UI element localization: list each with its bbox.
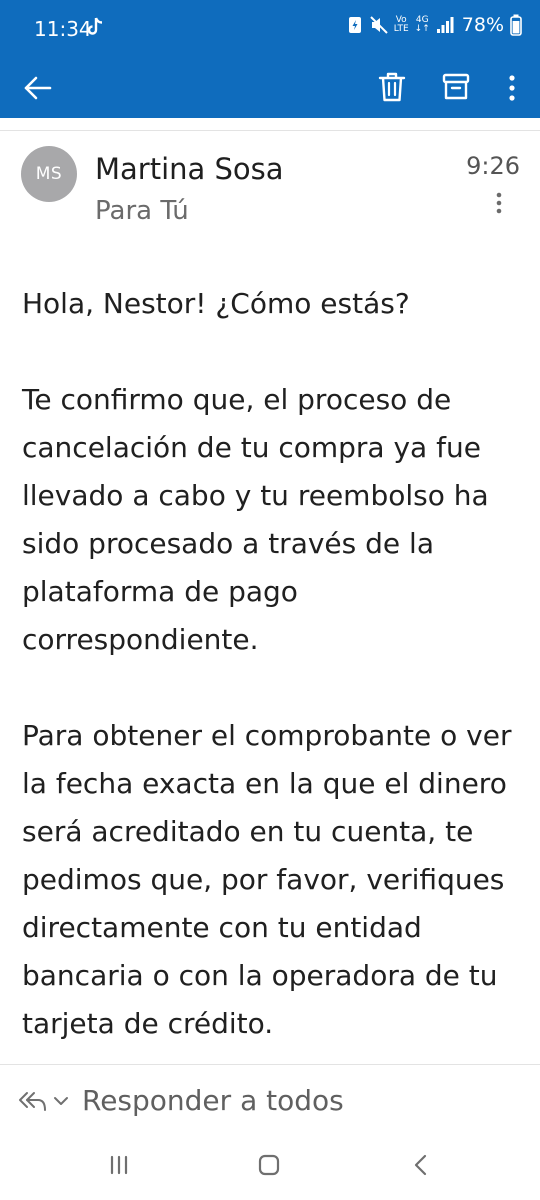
status-bar: 11:34 Vo LTE 4G ↓↑ 78% (0, 0, 540, 58)
status-time: 11:34 (34, 17, 92, 41)
more-vertical-icon (496, 192, 502, 214)
delete-button[interactable] (372, 66, 412, 110)
message-paragraph: Hola, Nestor! ¿Cómo estás? (22, 287, 410, 320)
more-options-button[interactable] (496, 66, 528, 110)
nav-back-icon[interactable] (406, 1150, 436, 1180)
reply-all-button[interactable]: Responder a todos (82, 1084, 344, 1117)
mute-icon (369, 16, 388, 34)
archive-button[interactable] (436, 66, 476, 110)
system-nav-bar (0, 1130, 540, 1200)
back-button[interactable] (20, 66, 64, 110)
volte-indicator: Vo LTE (393, 15, 409, 34)
header-divider (0, 130, 540, 131)
trash-icon (378, 72, 406, 102)
home-icon[interactable] (254, 1150, 284, 1180)
arrow-left-icon (24, 76, 52, 100)
recipient-line[interactable]: Para Tú (95, 196, 189, 226)
data-arrows-icon: ↓↑ (414, 24, 430, 34)
avatar[interactable]: MS (21, 146, 77, 202)
reply-divider (0, 1064, 540, 1065)
message-body: Hola, Nestor! ¿Cómo estás? Te confirmo q… (22, 280, 522, 1096)
chevron-down-icon[interactable] (52, 1093, 70, 1109)
message-more-button[interactable] (484, 188, 514, 220)
status-icons: Vo LTE 4G ↓↑ 78% (346, 14, 522, 36)
more-vertical-icon (509, 75, 515, 101)
archive-icon (442, 73, 470, 100)
battery-icon (510, 14, 522, 36)
message-paragraph: Te confirmo que, el proceso de cancelaci… (22, 383, 489, 656)
tiktok-icon (87, 17, 103, 35)
reply-all-icon[interactable] (18, 1088, 48, 1114)
data-indicator: 4G ↓↑ (414, 15, 430, 34)
message-time: 9:26 (466, 152, 520, 180)
recent-apps-icon[interactable] (104, 1150, 134, 1180)
signal-icon (436, 17, 454, 33)
battery-saver-icon (348, 17, 361, 33)
message-paragraph: Para obtener el comprobante o ver la fec… (22, 719, 512, 1040)
battery-percent: 78% (461, 14, 504, 36)
app-bar (0, 58, 540, 118)
sender-name[interactable]: Martina Sosa (95, 152, 284, 186)
